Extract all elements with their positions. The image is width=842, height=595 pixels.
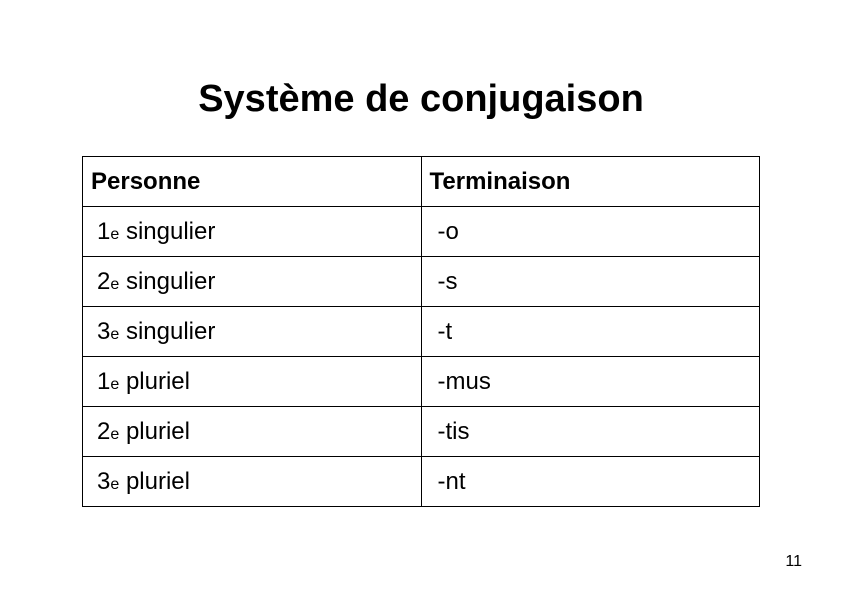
- ending-cell: -t: [421, 307, 760, 357]
- person-cell: 3e pluriel: [83, 457, 422, 507]
- table-row: 1e pluriel -mus: [83, 357, 760, 407]
- page-number: 11: [785, 553, 802, 571]
- person-cell: 2e singulier: [83, 257, 422, 307]
- ending-cell: -o: [421, 207, 760, 257]
- header-terminaison: Terminaison: [421, 157, 760, 207]
- person-cell: 2e pluriel: [83, 407, 422, 457]
- ending-cell: -nt: [421, 457, 760, 507]
- person-cell: 1e pluriel: [83, 357, 422, 407]
- table-row: 1e singulier -o: [83, 207, 760, 257]
- table-header-row: Personne Terminaison: [83, 157, 760, 207]
- ending-cell: -mus: [421, 357, 760, 407]
- page-title: Système de conjugaison: [0, 78, 842, 121]
- person-cell: 1e singulier: [83, 207, 422, 257]
- ending-cell: -tis: [421, 407, 760, 457]
- header-personne: Personne: [83, 157, 422, 207]
- table-row: 2e singulier -s: [83, 257, 760, 307]
- ending-cell: -s: [421, 257, 760, 307]
- conjugation-table-wrap: Personne Terminaison 1e singulier -o 2e …: [82, 156, 760, 507]
- table-row: 2e pluriel -tis: [83, 407, 760, 457]
- person-cell: 3e singulier: [83, 307, 422, 357]
- conjugation-table: Personne Terminaison 1e singulier -o 2e …: [82, 156, 760, 507]
- table-row: 3e pluriel -nt: [83, 457, 760, 507]
- table-row: 3e singulier -t: [83, 307, 760, 357]
